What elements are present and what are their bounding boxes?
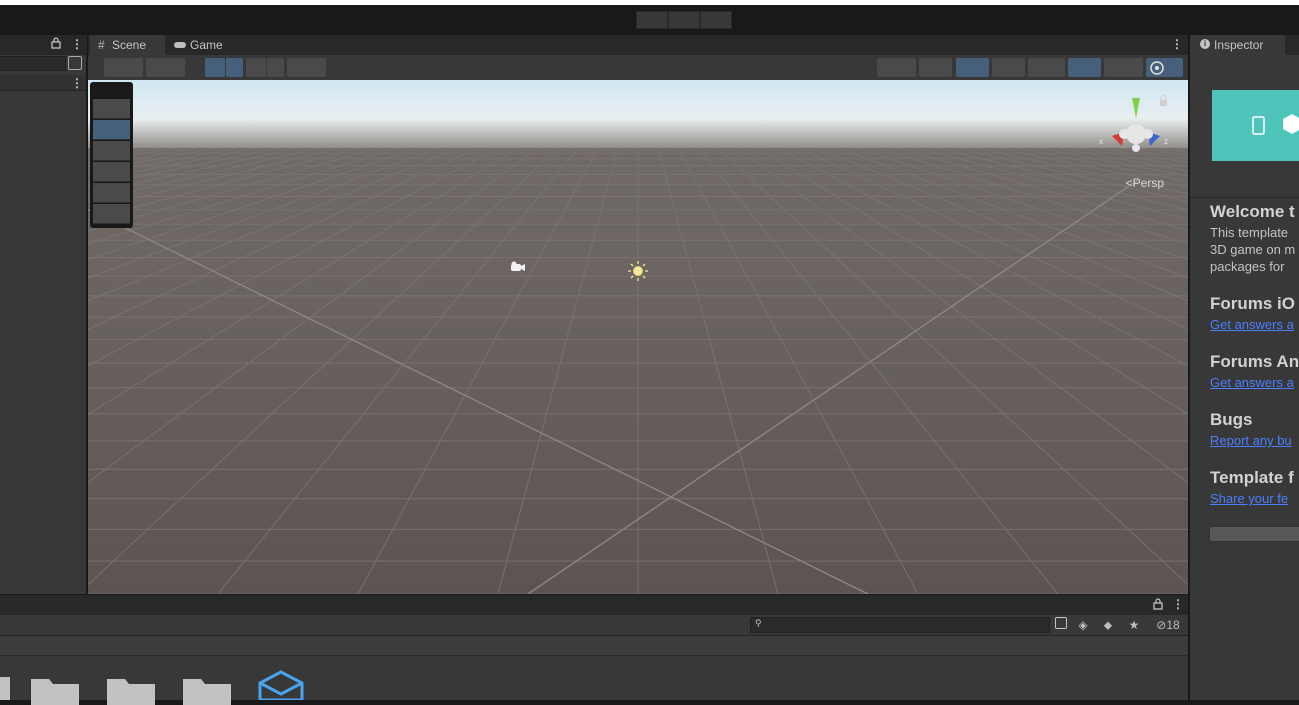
orbit-icon (1150, 61, 1164, 75)
lighting-toggle[interactable] (226, 58, 243, 77)
scene-menu-icon[interactable]: ⋮ (71, 76, 83, 90)
move-tool[interactable] (93, 120, 130, 140)
folder-icon[interactable] (31, 675, 79, 705)
projection-text: Persp (1132, 176, 1164, 190)
section-title: Bugs (1210, 410, 1253, 429)
axis-z-label: z (1164, 137, 1168, 146)
hierarchy-panel: ⋮ ⋮ (0, 35, 87, 594)
project-panel: ⋮ ⚲ ◈ ⬥ ★ ⊘18 (0, 595, 1188, 705)
filter-type-icon[interactable]: ◈ (1072, 617, 1094, 633)
section-title: Forums An (1210, 352, 1299, 371)
eye-slash-icon: ⊘ (1156, 618, 1167, 632)
transform-tool[interactable] (93, 204, 130, 224)
grid-floor (88, 80, 1188, 594)
template-banner-image (1212, 90, 1299, 161)
play-button[interactable] (636, 11, 668, 29)
project-search-input[interactable]: ⚲ (750, 617, 1050, 633)
sun-icon[interactable] (627, 260, 649, 282)
increment-snap-dropdown[interactable] (1028, 58, 1065, 77)
star-icon[interactable]: ★ (1123, 617, 1145, 633)
section-link[interactable]: Report any bu (1210, 433, 1292, 448)
section-title: Template f (1210, 468, 1294, 487)
pause-button[interactable] (668, 11, 700, 29)
tool-palette (90, 82, 133, 228)
hierarchy-tabbar: ⋮ (0, 35, 87, 55)
gizmos-dropdown[interactable] (1104, 58, 1143, 77)
scene-toolbar (88, 55, 1188, 80)
scene-visibility-toggle[interactable] (287, 58, 326, 77)
gizmo-toggle[interactable] (919, 58, 952, 77)
hierarchy-search-input[interactable] (0, 56, 66, 71)
search-icon: ⚲ (755, 618, 762, 628)
audio-toggle[interactable] (246, 58, 266, 77)
folder-icon[interactable] (0, 675, 10, 700)
tab-scene-label: Scene (112, 38, 147, 52)
project-tabbar: ⋮ (0, 595, 1188, 615)
tab-game-label: Game (190, 38, 223, 52)
prefab-cube-icon[interactable] (258, 670, 306, 700)
hash-icon: # (98, 38, 105, 52)
device-icon (1252, 114, 1299, 135)
view-tool[interactable] (93, 99, 130, 119)
rect-tool[interactable] (93, 183, 130, 203)
divider (1190, 197, 1299, 198)
section-link[interactable]: Get answers a (1210, 317, 1294, 332)
hierarchy-scene-row[interactable]: ⋮ (0, 75, 86, 91)
gamepad-icon (173, 35, 187, 56)
section-title: Forums iO (1210, 294, 1296, 313)
axis-x-label: x (1099, 137, 1103, 146)
hidden-count-badge[interactable]: ⊘18 (1150, 617, 1186, 633)
lock-icon[interactable] (51, 37, 61, 52)
menu-icon[interactable]: ⋮ (1172, 597, 1184, 611)
tab-inspector[interactable]: i Inspector (1190, 35, 1285, 55)
effects-dropdown[interactable] (267, 58, 284, 77)
inspector-panel: i Inspector Welcome t This template 3D g… (1189, 35, 1299, 700)
label-icon[interactable]: ⬥ (1097, 617, 1119, 633)
back-arrow-icon: < (1125, 176, 1133, 190)
section-desc-line: This template (1210, 225, 1289, 240)
scene-viewport[interactable]: x z <Persp (88, 80, 1188, 594)
menu-icon[interactable]: ⋮ (71, 37, 83, 51)
projection-label[interactable]: <Persp (1126, 176, 1164, 190)
step-button[interactable] (700, 11, 732, 29)
camera-icon[interactable] (508, 260, 526, 274)
section-desc-line: packages for (1210, 259, 1285, 274)
breadcrumb (0, 636, 1188, 656)
inspector-button[interactable] (1209, 526, 1299, 542)
shading-dropdown[interactable] (146, 58, 185, 77)
2d-toggle[interactable] (205, 58, 225, 77)
info-icon: i (1200, 39, 1210, 49)
hidden-count: 18 (1166, 618, 1180, 632)
snap-toggle[interactable] (992, 58, 1025, 77)
folder-icon[interactable] (183, 675, 231, 705)
orientation-gizmo-icon[interactable]: x z (1096, 88, 1176, 158)
inspector-tab-label: Inspector (1214, 38, 1264, 52)
search-options-icon[interactable] (68, 56, 82, 70)
main-toolbar (0, 5, 1299, 35)
scene-tabbar: # Scene Game ⋮ (88, 35, 1188, 55)
scale-tool[interactable] (93, 162, 130, 182)
scene-panel: # Scene Game ⋮ x z <Persp (88, 35, 1188, 594)
gizmos-toggle[interactable] (1068, 58, 1101, 77)
lock-icon[interactable] (1153, 598, 1163, 613)
rotate-tool[interactable] (93, 141, 130, 161)
section-desc-line: 3D game on m (1210, 242, 1296, 257)
inspector-tabbar: i Inspector (1190, 35, 1299, 55)
section-link[interactable]: Get answers a (1210, 375, 1294, 390)
scene-menu-icon[interactable]: ⋮ (1171, 37, 1183, 51)
section-title: Welcome t (1210, 202, 1295, 221)
section-link[interactable]: Share your fe (1210, 491, 1288, 506)
search-options-icon[interactable] (1050, 617, 1072, 633)
folder-icon[interactable] (107, 675, 155, 705)
tab-scene[interactable]: # Scene (90, 35, 165, 55)
grid-toggle[interactable] (956, 58, 989, 77)
orientation-toggle[interactable] (1146, 58, 1183, 77)
camera-settings-button[interactable] (877, 58, 916, 77)
tab-game[interactable]: Game (168, 35, 248, 55)
draw-mode-dropdown[interactable] (104, 58, 143, 77)
